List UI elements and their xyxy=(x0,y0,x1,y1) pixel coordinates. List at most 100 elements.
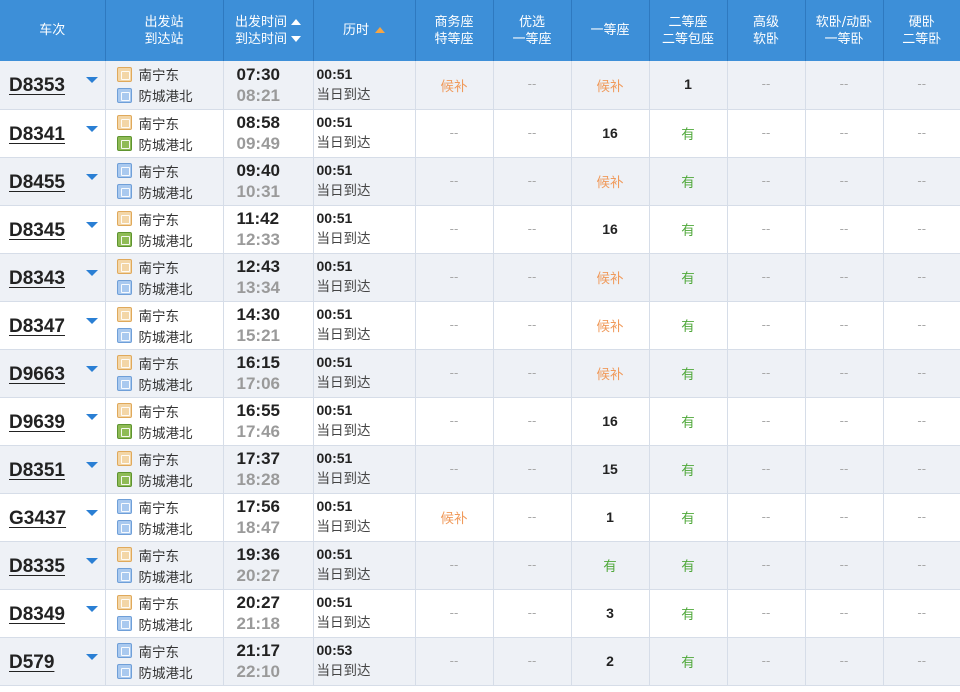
seat-cell[interactable]: 有 xyxy=(649,397,728,446)
chevron-down-icon[interactable] xyxy=(86,653,98,660)
stations-cell: 南宁东 防城港北 xyxy=(105,493,224,542)
duration-cell: 00:51 当日到达 xyxy=(313,397,416,446)
train-number-link[interactable]: D9639 xyxy=(9,412,65,434)
seat-cell[interactable]: 16 xyxy=(571,397,650,446)
seat-cell[interactable]: 候补 xyxy=(415,61,494,110)
from-station: 南宁东 xyxy=(138,596,180,613)
train-number-link[interactable]: D9663 xyxy=(9,364,65,386)
train-number-link[interactable]: D8335 xyxy=(9,556,65,578)
station-start-icon xyxy=(116,451,132,466)
chevron-down-icon[interactable] xyxy=(86,317,98,324)
seat-cell[interactable]: 有 xyxy=(571,541,650,590)
station-start-icon xyxy=(116,595,132,610)
seat-availability: 候补 xyxy=(440,78,468,95)
arrival-day: 当日到达 xyxy=(316,567,371,583)
seat-availability: -- xyxy=(917,317,927,332)
station-start-icon xyxy=(116,66,132,82)
col-deluxe-soft-sleeper-header[interactable]: 高级 软卧 xyxy=(727,0,806,61)
seat-cell[interactable]: 有 xyxy=(649,493,728,542)
seat-cell[interactable]: 候补 xyxy=(571,349,650,398)
train-number-link[interactable]: D8455 xyxy=(9,172,65,194)
col-train-header[interactable]: 车次 xyxy=(0,0,106,61)
col-soft-sleeper-header[interactable]: 软卧/动卧 一等卧 xyxy=(805,0,884,61)
seat-availability: -- xyxy=(449,653,459,668)
seat-availability: -- xyxy=(917,653,927,668)
train-number-link[interactable]: D8347 xyxy=(9,316,65,338)
seat-availability: 候补 xyxy=(596,175,624,191)
train-number-link[interactable]: D8341 xyxy=(9,124,65,146)
seat-availability: -- xyxy=(917,125,927,140)
train-cell: G3437 xyxy=(0,493,106,542)
train-number-link[interactable]: G3437 xyxy=(9,508,66,530)
seat-availability: -- xyxy=(449,365,459,380)
col-business-header[interactable]: 商务座 特等座 xyxy=(415,0,494,61)
seat-availability: 3 xyxy=(606,604,614,621)
col-duration-header[interactable]: 历时 xyxy=(313,0,416,61)
col-premium-first-header[interactable]: 优选 一等座 xyxy=(493,0,572,61)
seat-cell[interactable]: 15 xyxy=(571,445,650,494)
seat-cell[interactable]: 有 xyxy=(649,157,728,206)
col-hard-sleeper-header[interactable]: 硬卧 二等卧 xyxy=(883,0,960,61)
seat-cell[interactable]: 1 xyxy=(649,61,728,110)
train-number-link[interactable]: D579 xyxy=(9,652,54,674)
sort-departure[interactable]: 出发时间 xyxy=(235,14,301,31)
train-cell: D579 xyxy=(0,637,106,686)
seat-cell[interactable]: 1 xyxy=(571,493,650,542)
col-second-header[interactable]: 二等座 二等包座 xyxy=(649,0,728,61)
station-end-icon xyxy=(116,472,132,487)
seat-availability: -- xyxy=(449,317,459,332)
seat-availability: -- xyxy=(527,77,537,92)
seat-availability: -- xyxy=(917,77,927,92)
chevron-down-icon[interactable] xyxy=(86,365,98,372)
train-row: D8345 南宁东 防城港北 11:42 12:33 00:51 当日到达 -- -- 16 有 --… xyxy=(0,205,960,254)
chevron-down-icon[interactable] xyxy=(86,413,98,420)
chevron-down-icon[interactable] xyxy=(86,77,98,83)
station-end-icon xyxy=(116,424,132,439)
train-number-link[interactable]: D8351 xyxy=(9,460,65,482)
seat-cell[interactable]: 有 xyxy=(649,445,728,494)
seat-cell[interactable]: 候补 xyxy=(571,157,650,206)
seat-cell[interactable]: 候补 xyxy=(571,301,650,350)
col-station-header[interactable]: 出发站 到达站 xyxy=(105,0,224,61)
col-first-header[interactable]: 一等座 xyxy=(571,0,650,61)
seat-cell[interactable]: 有 xyxy=(649,637,728,686)
seat-cell[interactable]: 3 xyxy=(571,589,650,638)
seat-cell[interactable]: 有 xyxy=(649,109,728,158)
seat-cell[interactable]: 有 xyxy=(649,349,728,398)
train-number-link[interactable]: D8353 xyxy=(9,75,65,97)
chevron-down-icon[interactable] xyxy=(86,605,98,612)
train-number-link[interactable]: D8343 xyxy=(9,268,65,290)
chevron-down-icon[interactable] xyxy=(86,221,98,228)
seat-cell[interactable]: 有 xyxy=(649,253,728,302)
seat-cell[interactable]: 有 xyxy=(649,541,728,590)
departure-time: 17:37 xyxy=(236,449,280,468)
seat-cell[interactable]: 候补 xyxy=(415,493,494,542)
train-row: D8341 南宁东 防城港北 08:58 09:49 00:51 当日到达 -- -- 16 有 --… xyxy=(0,109,960,158)
chevron-down-icon[interactable] xyxy=(86,461,98,468)
chevron-down-icon[interactable] xyxy=(86,269,98,276)
train-number-link[interactable]: D8345 xyxy=(9,220,65,242)
train-cell: D8455 xyxy=(0,157,106,206)
arrival-day: 当日到达 xyxy=(316,519,371,535)
seat-cell[interactable]: 候补 xyxy=(571,61,650,110)
seat-cell[interactable]: 2 xyxy=(571,637,650,686)
seat-cell[interactable]: 有 xyxy=(649,205,728,254)
train-number-link[interactable]: D8349 xyxy=(9,604,65,626)
seat-cell[interactable]: 有 xyxy=(649,589,728,638)
chevron-down-icon[interactable] xyxy=(86,173,98,180)
duration-cell: 00:51 当日到达 xyxy=(313,493,416,542)
seat-cell[interactable]: 16 xyxy=(571,205,650,254)
seat-cell[interactable]: 16 xyxy=(571,109,650,158)
col-time-header[interactable]: 出发时间 到达时间 xyxy=(223,0,314,61)
seat-cell[interactable]: 候补 xyxy=(571,253,650,302)
chevron-down-icon[interactable] xyxy=(86,557,98,564)
sort-arrival[interactable]: 到达时间 xyxy=(235,31,301,48)
seat-availability: -- xyxy=(761,365,771,380)
seat-cell[interactable]: 有 xyxy=(649,301,728,350)
station-pass-icon xyxy=(116,520,132,535)
chevron-down-icon[interactable] xyxy=(86,509,98,516)
chevron-down-icon[interactable] xyxy=(86,125,98,132)
stations-cell: 南宁东 防城港北 xyxy=(105,301,224,350)
seat-header-label: 二等包座 xyxy=(661,31,714,47)
station-pass-icon xyxy=(116,328,132,343)
